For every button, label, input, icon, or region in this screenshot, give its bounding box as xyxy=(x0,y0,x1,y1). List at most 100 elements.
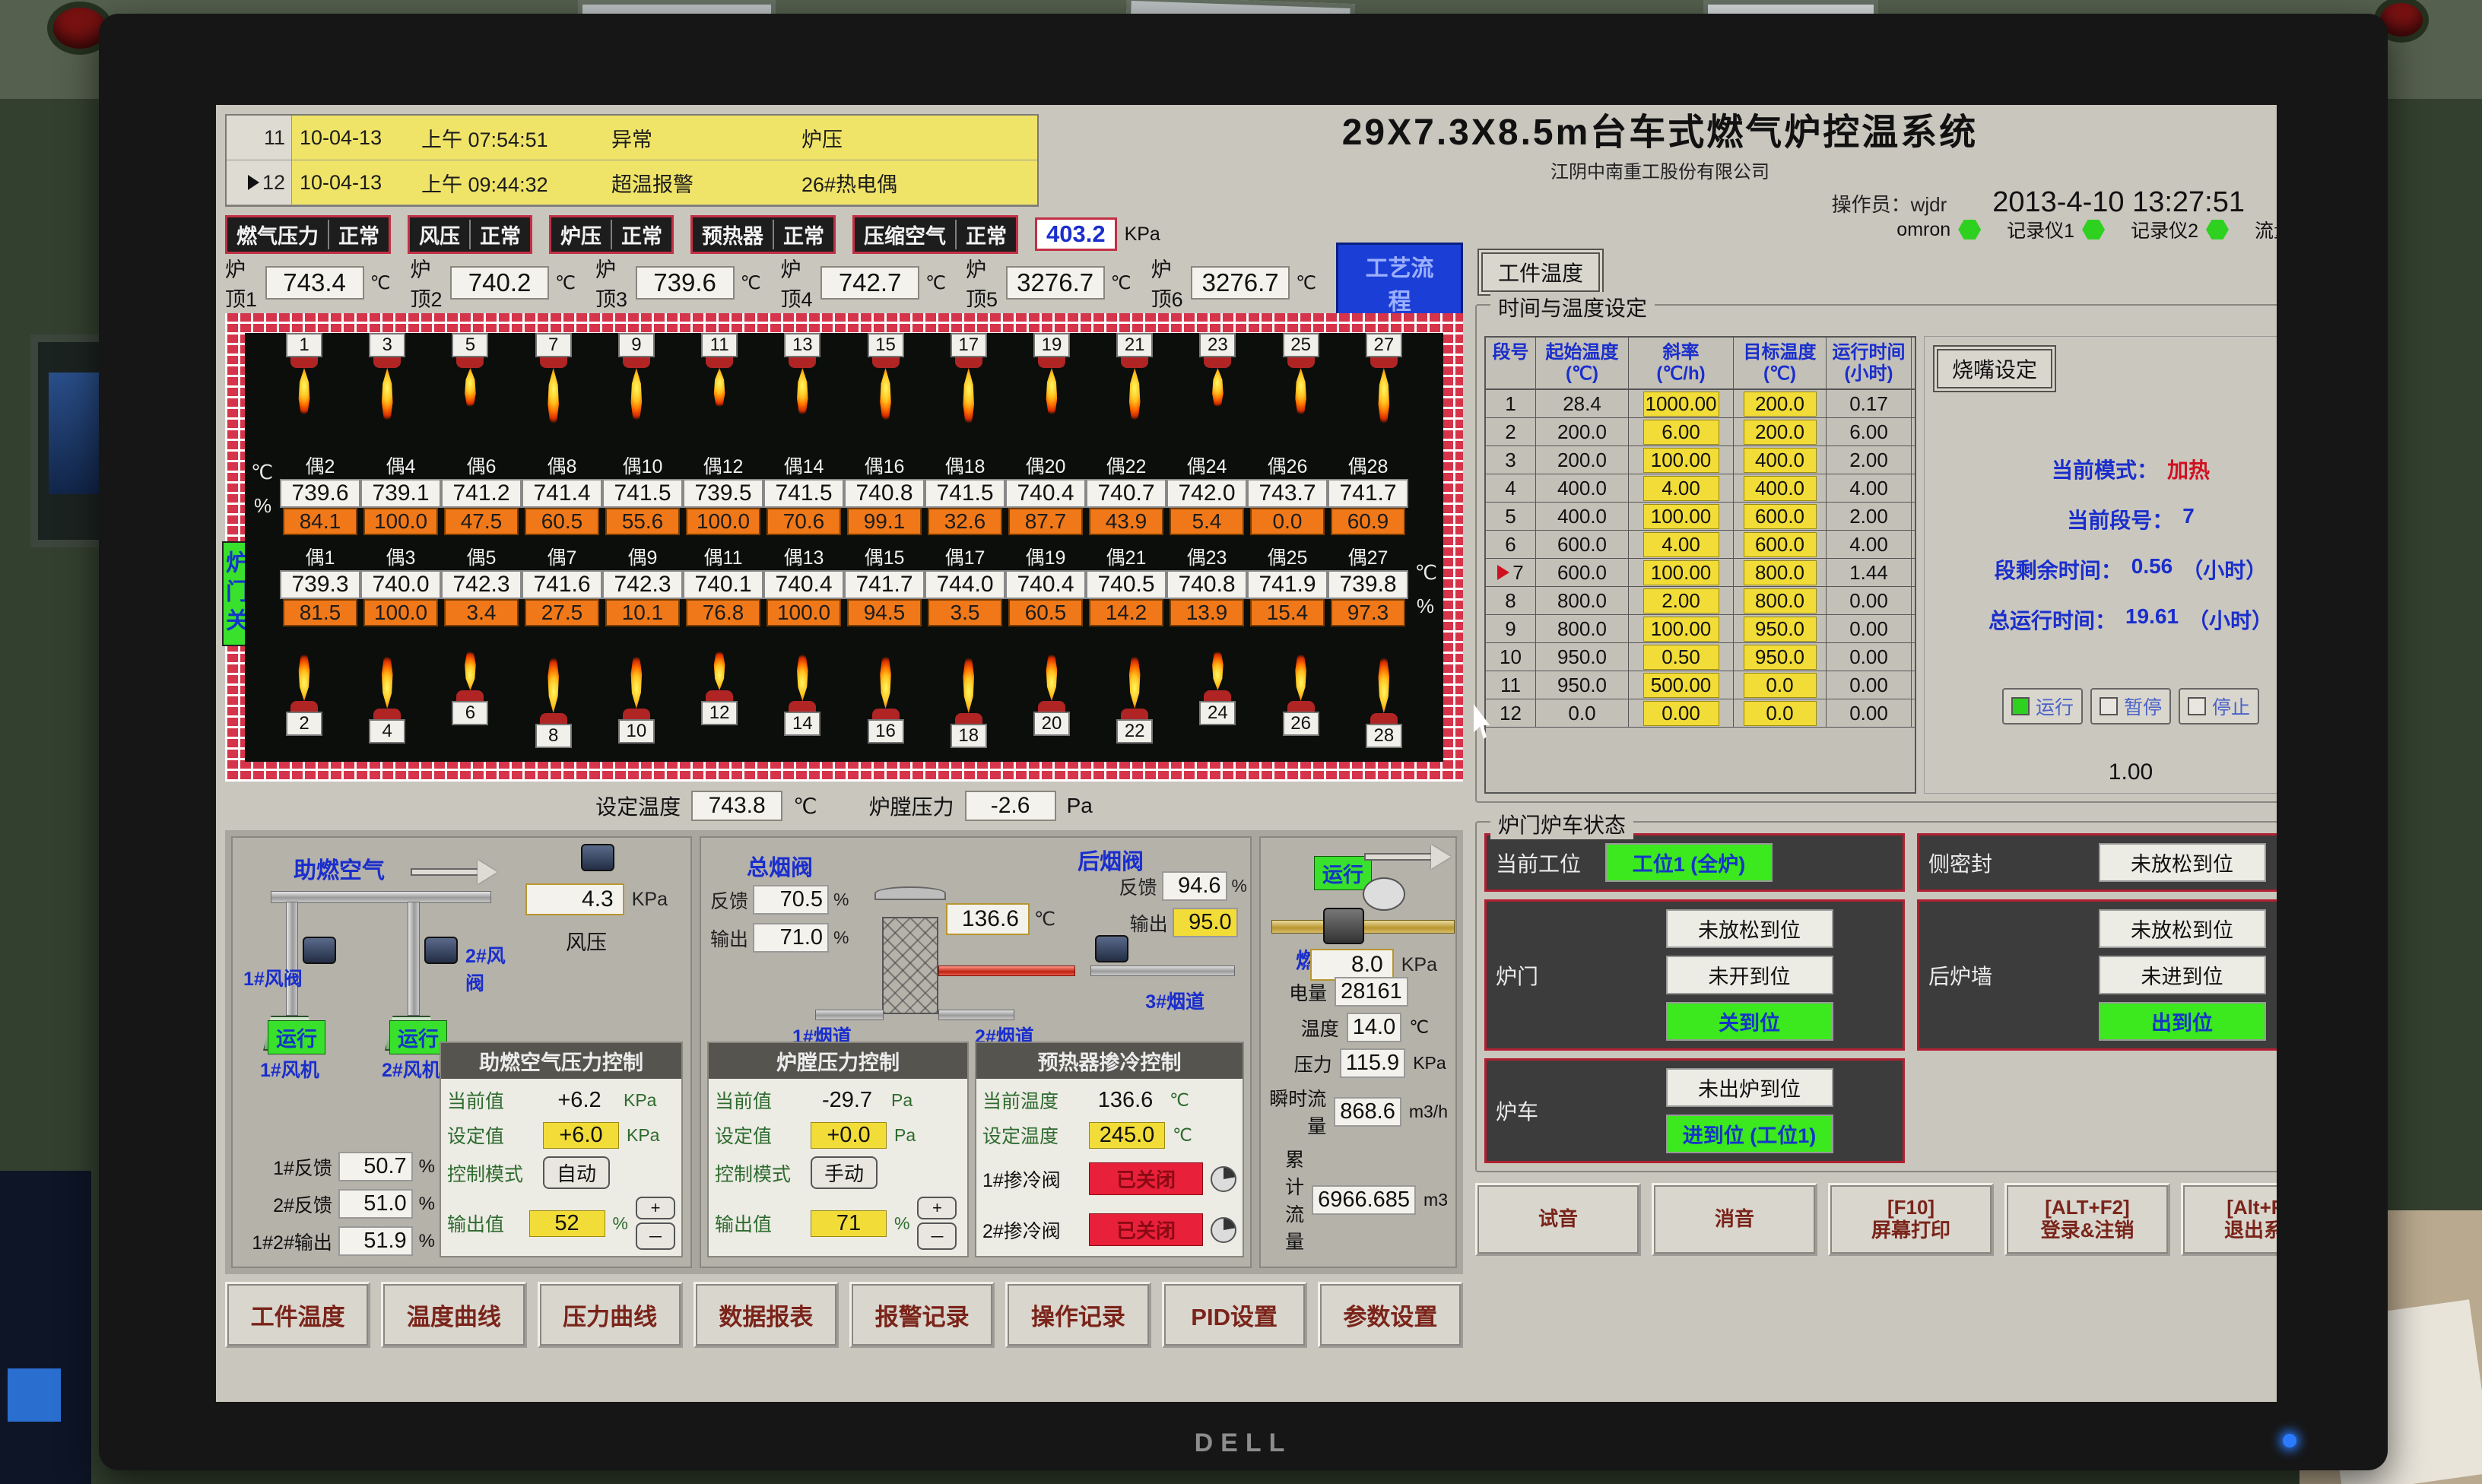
chamber-mode-button[interactable]: 手动 xyxy=(811,1156,878,1189)
nav-button[interactable]: 数据报表 xyxy=(694,1282,839,1348)
chamber-output-minus-button[interactable]: － xyxy=(917,1222,957,1250)
thermocouple-output-pct: 0.0 xyxy=(1250,508,1325,535)
burner: 10 xyxy=(612,637,661,748)
pause-button[interactable]: 暂停 xyxy=(2090,688,2171,725)
roof-temp-label: 炉顶5 xyxy=(966,253,1000,312)
combustion-air-panel: 助燃空气 4.3 KPa 风压 xyxy=(231,836,692,1268)
rate-input[interactable]: 4.00 xyxy=(1643,476,1719,501)
chamber-output-value[interactable]: 71 xyxy=(811,1210,887,1237)
thermocouple-row-even: 偶2 739.6 84.1 偶4 739.1 100.0 xyxy=(280,452,1408,535)
system-button[interactable]: 试音 xyxy=(1475,1183,1641,1256)
nav-button[interactable]: PID设置 xyxy=(1162,1282,1307,1348)
roof-temps-row: 炉顶1 743.4 ℃ 炉顶2 740.2 ℃ xyxy=(225,260,1463,306)
status-ok-icon xyxy=(2082,220,2105,239)
flame-icon xyxy=(377,368,397,439)
thermocouple-temp: 740.4 xyxy=(1005,479,1086,508)
target-temp-input[interactable]: 600.0 xyxy=(1744,532,1817,557)
rate-input[interactable]: 100.00 xyxy=(1643,448,1719,473)
thermocouple-temp: 740.4 xyxy=(763,570,844,599)
burner-settings-button[interactable]: 烧嘴设定 xyxy=(1937,349,2052,388)
nav-button[interactable]: 工件温度 xyxy=(225,1282,370,1348)
thermocouple-temp: 741.5 xyxy=(602,479,683,508)
door-state: 未开到位 xyxy=(1666,956,1833,994)
workpiece-temp-button[interactable]: 工件温度 xyxy=(1481,252,1600,292)
thermocouple-output-pct: 100.0 xyxy=(766,599,841,626)
run-time: 4.00 xyxy=(1827,531,1912,558)
system-button[interactable]: [ALT+F2] 登录&注销 xyxy=(2004,1183,2170,1256)
status-badge: 压缩空气 正常 xyxy=(852,215,1018,254)
main-flue-output: 71.0 xyxy=(753,923,829,953)
nav-button[interactable]: 参数设置 xyxy=(1318,1282,1463,1348)
system-button[interactable]: 消音 xyxy=(1652,1183,1817,1256)
target-temp-input[interactable]: 200.0 xyxy=(1744,392,1817,417)
air-output-value[interactable]: 52 xyxy=(529,1210,605,1237)
nav-button[interactable]: 压力曲线 xyxy=(538,1282,683,1348)
target-temp-input[interactable]: 200.0 xyxy=(1744,420,1817,445)
rate-input[interactable]: 4.00 xyxy=(1643,532,1719,557)
system-button[interactable]: [Alt+F4] 退出系统 xyxy=(2181,1183,2277,1256)
chamber-output-plus-button[interactable]: + xyxy=(917,1197,957,1219)
schedule-row: 4 400.0 4.00 400.0 4.00 xyxy=(1486,474,1915,503)
gas-valve-icon xyxy=(1323,908,1364,944)
chamber-setpoint-input[interactable]: +0.0 xyxy=(811,1122,887,1149)
burner-nozzle xyxy=(789,357,816,368)
rate-input[interactable]: 0.00 xyxy=(1643,701,1719,726)
segment-number: 11 xyxy=(1500,674,1521,697)
rate-input[interactable]: 100.00 xyxy=(1643,504,1719,529)
rate-input[interactable]: 0.50 xyxy=(1643,645,1719,670)
thermocouple-output-pct: 27.5 xyxy=(525,599,599,626)
burner-number: 13 xyxy=(784,333,820,357)
air-output-minus-button[interactable]: － xyxy=(636,1222,675,1250)
rate-input[interactable]: 2.00 xyxy=(1643,588,1719,614)
air-output-plus-button[interactable]: + xyxy=(636,1197,675,1219)
roof-temp-label: 炉顶2 xyxy=(411,253,445,312)
precool-setpoint-input[interactable]: 245.0 xyxy=(1089,1122,1165,1149)
page-title: 29X7.3X8.5m台车式燃气炉控温系统 xyxy=(1342,105,1979,155)
alarm-content: 10-04-13 上午 09:44:32 超温报警 26#热电偶 xyxy=(292,160,1037,205)
flame-icon xyxy=(1374,368,1394,444)
stop-button[interactable]: 停止 xyxy=(2179,688,2259,725)
target-temp-input[interactable]: 0.0 xyxy=(1744,673,1817,698)
pause-state-icon xyxy=(2100,697,2118,715)
alarm-row[interactable]: 12 10-04-13 上午 09:44:32 超温报警 26#热电偶 xyxy=(227,160,1037,205)
roof-temp-unit: ℃ xyxy=(370,272,391,294)
rate-input[interactable]: 500.00 xyxy=(1643,673,1719,698)
dell-logo: DELL xyxy=(1195,1429,1293,1458)
target-temp-input[interactable]: 950.0 xyxy=(1744,617,1817,642)
valve-dial-icon[interactable] xyxy=(1211,1166,1236,1192)
start-temp: 800.0 xyxy=(1536,615,1629,642)
target-temp-input[interactable]: 800.0 xyxy=(1744,588,1817,614)
nav-button[interactable]: 报警记录 xyxy=(849,1282,995,1348)
rate-input[interactable]: 6.00 xyxy=(1643,420,1719,445)
run-button[interactable]: 运行 xyxy=(2002,688,2083,725)
thermocouple: 偶2 739.6 84.1 xyxy=(280,452,360,535)
valve-dial-icon[interactable] xyxy=(1211,1217,1236,1243)
target-temp-input[interactable]: 0.0 xyxy=(1744,701,1817,726)
process-flow-button[interactable]: 工艺流程 xyxy=(1336,243,1463,323)
burner-number: 25 xyxy=(1283,333,1319,357)
nav-button[interactable]: 温度曲线 xyxy=(381,1282,526,1348)
thermocouple: 偶11 740.1 76.8 xyxy=(683,543,763,626)
air-pipes-graphic: 1#风阀 2#风阀 运行 运行 1#风机 2#风机 xyxy=(256,891,506,1066)
target-temp-input[interactable]: 400.0 xyxy=(1744,448,1817,473)
alarm-row[interactable]: 11 10-04-13 上午 07:54:51 异常 炉压 xyxy=(227,116,1037,160)
flame-icon xyxy=(627,368,646,439)
status-badge-value: 正常 xyxy=(611,220,662,249)
air-mode-button[interactable]: 自动 xyxy=(543,1156,610,1189)
burner-number: 26 xyxy=(1283,712,1319,736)
target-temp-input[interactable]: 600.0 xyxy=(1744,504,1817,529)
rate-input[interactable]: 100.00 xyxy=(1643,617,1719,642)
thermocouple-output-pct: 3.5 xyxy=(928,599,1002,626)
rate-input[interactable]: 100.00 xyxy=(1643,560,1719,585)
nav-button[interactable]: 操作记录 xyxy=(1005,1282,1151,1348)
current-station-value: 工位1 (全炉) xyxy=(1605,843,1773,882)
thermocouple-temp: 740.5 xyxy=(1086,570,1166,599)
target-temp-input[interactable]: 950.0 xyxy=(1744,645,1817,670)
rate-input[interactable]: 1000.00 xyxy=(1643,392,1719,417)
air-setpoint-input[interactable]: +6.0 xyxy=(543,1122,619,1149)
burner-number: 3 xyxy=(369,333,405,357)
target-temp-input[interactable]: 400.0 xyxy=(1744,476,1817,501)
target-temp-input[interactable]: 800.0 xyxy=(1744,560,1817,585)
system-button[interactable]: [F10] 屏幕打印 xyxy=(1828,1183,1994,1256)
burner: 28 xyxy=(1360,637,1408,748)
